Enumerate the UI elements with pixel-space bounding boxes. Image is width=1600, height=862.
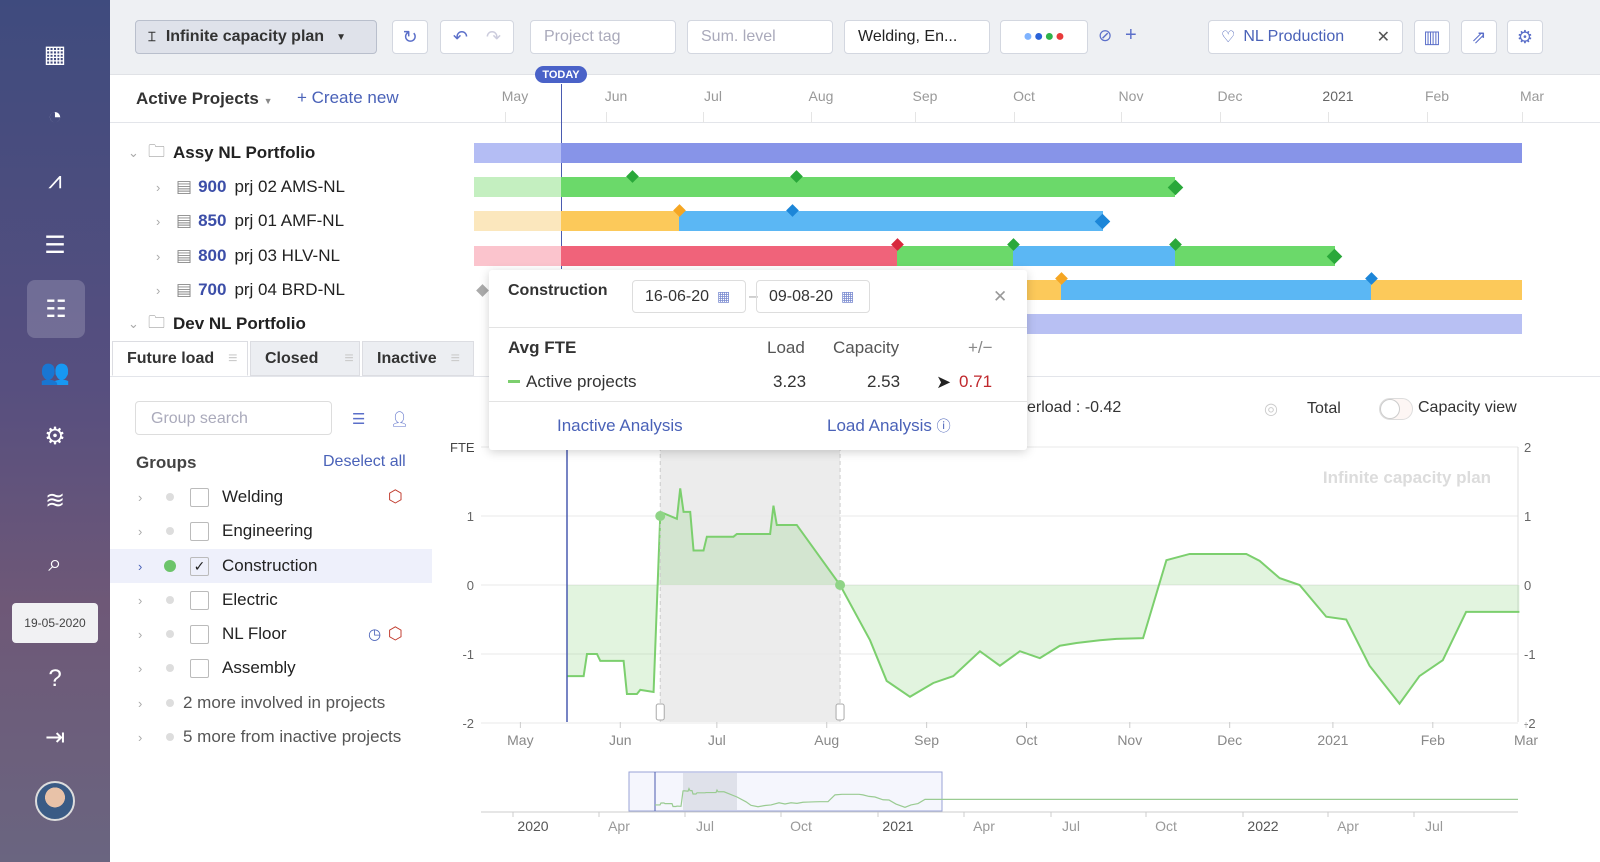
navigator-tick-label: Jul	[1062, 818, 1080, 834]
x-tick-label: Nov	[1117, 732, 1142, 748]
x-tick-label: Mar	[1514, 732, 1538, 748]
navigator-tick-label: Oct	[1155, 818, 1177, 834]
x-tick-label: 2021	[1317, 732, 1348, 748]
series-swatch	[508, 380, 520, 383]
navigator-tick-label: Apr	[973, 818, 995, 834]
diff-value: 0.71	[959, 372, 993, 391]
col-avg-fte: Avg FTE	[508, 338, 577, 357]
navigator-tick-label: Jul	[696, 818, 714, 834]
x-tick-label: Aug	[814, 732, 839, 748]
y-tick-label: -1	[462, 647, 474, 662]
x-tick-label: May	[507, 732, 533, 748]
date-from-input[interactable]: 16-06-20 ▦	[632, 280, 746, 313]
load-analysis-label: Load Analysis	[827, 416, 932, 435]
date-from-value: 16-06-20	[645, 287, 710, 305]
y-tick-label-right: 0	[1524, 578, 1531, 593]
navigator-tick-label: Oct	[790, 818, 812, 834]
load-value: 3.23	[773, 372, 807, 391]
calendar-icon[interactable]: ▦	[841, 288, 854, 305]
y-tick-label-right: -1	[1524, 647, 1536, 662]
col-diff: +/−	[968, 338, 993, 357]
navigator-tick-label: Apr	[608, 818, 630, 834]
x-tick-label: Dec	[1217, 732, 1242, 748]
load-popup: Construction 16-06-20 ▦ – 09-08-20 ▦ ✕ Avg…	[489, 270, 1027, 450]
x-tick-label: Feb	[1421, 732, 1445, 748]
inactive-analysis-link[interactable]: Inactive Analysis	[557, 416, 683, 436]
navigator-window[interactable]	[628, 771, 943, 812]
y-tick-label-right: 1	[1524, 509, 1531, 524]
x-tick-label: Jun	[609, 732, 632, 748]
navigator-selection	[683, 773, 737, 810]
navigator-tick-label: Apr	[1337, 818, 1359, 834]
col-load: Load	[767, 338, 805, 357]
x-tick-label: Oct	[1016, 732, 1038, 748]
navigator-tick-label: 2020	[517, 818, 548, 834]
selection-point	[655, 511, 666, 521]
x-tick-label: Sep	[914, 732, 939, 748]
y-tick-label: 0	[467, 578, 474, 593]
close-icon[interactable]: ✕	[993, 287, 1007, 307]
chart-watermark: Infinite capacity plan	[1323, 468, 1491, 487]
navigator-tick-label: 2022	[1247, 818, 1278, 834]
row-label: Active projects	[526, 372, 637, 391]
info-icon[interactable]: ⓘ	[937, 418, 951, 434]
navigator-tick-label: Jul	[1425, 818, 1443, 834]
capacity-value: 2.53	[867, 372, 901, 391]
popup-title: Construction	[508, 282, 608, 299]
selection-handle[interactable]	[835, 703, 845, 721]
date-to-input[interactable]: 09-08-20 ▦	[756, 280, 870, 313]
col-capacity: Capacity	[833, 338, 900, 357]
selection-handle[interactable]	[655, 703, 665, 721]
navigator-tick-label: 2021	[882, 818, 913, 834]
y-tick-label-right: 2	[1524, 440, 1531, 455]
selection-point	[835, 580, 846, 590]
divider	[489, 327, 1027, 328]
mouse-cursor-icon: ➤	[936, 372, 952, 392]
date-to-value: 09-08-20	[769, 287, 834, 305]
calendar-icon[interactable]: ▦	[717, 288, 730, 305]
y-axis-label: FTE	[450, 440, 475, 455]
y-tick-label: -2	[462, 716, 474, 731]
y-tick-label: 1	[467, 509, 474, 524]
load-analysis-link[interactable]: Load Analysis ⓘ	[827, 416, 951, 436]
divider	[489, 401, 1027, 402]
x-tick-label: Jul	[708, 732, 726, 748]
